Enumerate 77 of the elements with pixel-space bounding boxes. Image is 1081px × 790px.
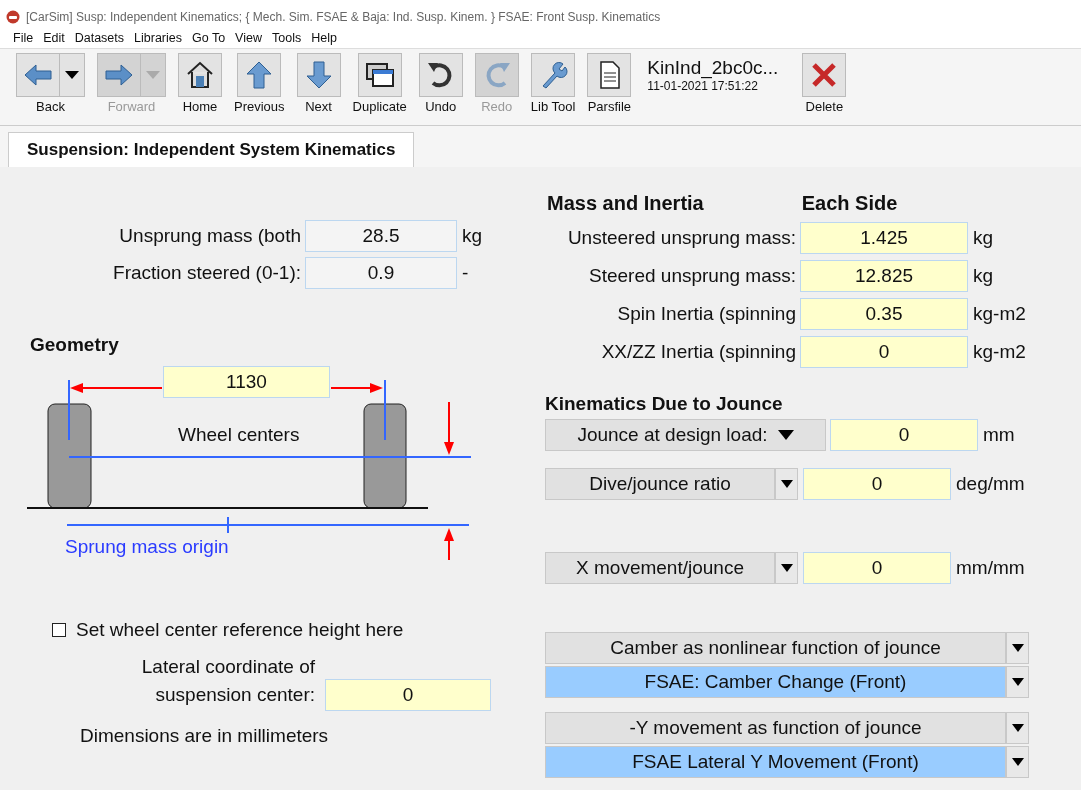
center-marker (68, 379, 70, 441)
field-label: suspension center: (155, 683, 315, 707)
checkbox-label: Set wheel center reference height here (76, 619, 404, 641)
window-title: [CarSim] Susp: Independent Kinematics; { Mech. Sim. FSAE & Baja: Ind. Susp. Kinem. } FSAE: Front Susp. Kinematics (26, 10, 661, 24)
input-field[interactable]: 0.35 (800, 297, 968, 330)
field-label: Lateral coordinate of (141, 655, 315, 679)
toolbar-button[interactable]: Back (16, 53, 85, 114)
caret-icon (1011, 644, 1024, 652)
dataset-name: KinInd_2bc0c... (647, 57, 779, 79)
unit-label: kg-m2 (972, 302, 1026, 325)
menu-item[interactable]: Edit (43, 31, 65, 45)
unit-label: kg (972, 264, 994, 287)
input-field[interactable]: 0 (830, 419, 978, 451)
dropdown[interactable]: X movement/jounce (545, 552, 775, 584)
field-label: Unsprung mass (both (118, 224, 302, 247)
input-field[interactable]: 0 (803, 552, 951, 584)
field-label: Spin Inertia (spinning (616, 302, 797, 325)
caret-icon (1011, 758, 1024, 766)
section-title: Mass and Inertia (547, 191, 704, 215)
height-arrow (444, 401, 454, 455)
caret-icon (780, 480, 793, 488)
dropdown[interactable]: -Y movement as function of jounce (545, 712, 1006, 744)
caret-icon (65, 70, 79, 80)
menu-item[interactable]: Libraries (134, 31, 182, 45)
caret-icon (1011, 724, 1024, 732)
dropdown-button[interactable] (775, 468, 798, 500)
sprung-mass-origin-label: Sprung mass origin (65, 536, 229, 558)
checkbox[interactable] (52, 623, 66, 637)
dropdown-button[interactable] (1006, 746, 1029, 778)
unit-label: kg-m2 (972, 340, 1026, 363)
track-width-field[interactable]: 1130 (163, 366, 330, 398)
caret-icon (777, 430, 794, 440)
unit-label: - (461, 261, 469, 284)
dropdown[interactable]: Camber as nonlinear function of jounce (545, 632, 1006, 664)
unit-label: deg/mm (955, 473, 1025, 495)
input-field[interactable]: 0 (325, 679, 491, 711)
field-label: Unsteered unsprung mass: (566, 226, 797, 249)
unit-label: kg (972, 226, 994, 249)
dataset-link[interactable]: FSAE Lateral Y Movement (Front) (545, 746, 1006, 778)
caret-icon (1011, 678, 1024, 686)
menu-item[interactable]: Datasets (74, 31, 125, 45)
dataset-timestamp: 11-01-2021 17:51:22 (647, 79, 759, 93)
unit-label: mm (982, 424, 1015, 446)
menu-item[interactable]: File (13, 31, 34, 45)
input-field[interactable]: 12.825 (800, 259, 968, 292)
input-field[interactable]: 0.9 (305, 256, 457, 289)
menu-item[interactable]: Help (311, 31, 337, 45)
menu-item[interactable]: Go To (192, 31, 226, 45)
dropdown-button[interactable] (1006, 712, 1029, 744)
input-field[interactable]: 0 (800, 335, 968, 368)
height-arrow (444, 528, 454, 561)
section-title: Kinematics Due to Jounce (545, 393, 784, 416)
input-field[interactable]: 0 (803, 468, 951, 500)
dimension-arrow (330, 383, 383, 393)
units-note: Dimensions are in millimeters (80, 725, 330, 747)
dataset-link[interactable]: FSAE: Camber Change (Front) (545, 666, 1006, 698)
wheel-centers-label: Wheel centers (178, 424, 300, 446)
field-label: Steered unsprung mass: (588, 264, 797, 287)
dropdown-button[interactable] (1006, 632, 1029, 664)
section-title: Geometry (30, 334, 120, 356)
caret-icon (146, 70, 160, 80)
center-marker (384, 379, 386, 441)
dropdown[interactable]: Dive/jounce ratio (545, 468, 775, 500)
unit-label: kg (461, 224, 483, 247)
column-heading: Each Side (801, 191, 898, 215)
dropdown-button[interactable] (1006, 666, 1029, 698)
caret-icon (780, 564, 793, 572)
tab[interactable]: Suspension: Independent System Kinematics (8, 132, 415, 167)
dropdown-button[interactable] (775, 552, 798, 584)
input-field[interactable]: 1.425 (800, 221, 968, 254)
dropdown[interactable]: Jounce at design load: (545, 419, 826, 451)
unit-label: mm/mm (955, 557, 1025, 579)
menu-item[interactable]: Tools (272, 31, 302, 45)
field-label: XX/ZZ Inertia (spinning (600, 340, 797, 363)
field-label: Fraction steered (0-1): (112, 261, 302, 284)
input-field[interactable]: 28.5 (305, 219, 457, 252)
menu-item[interactable]: View (235, 31, 262, 45)
